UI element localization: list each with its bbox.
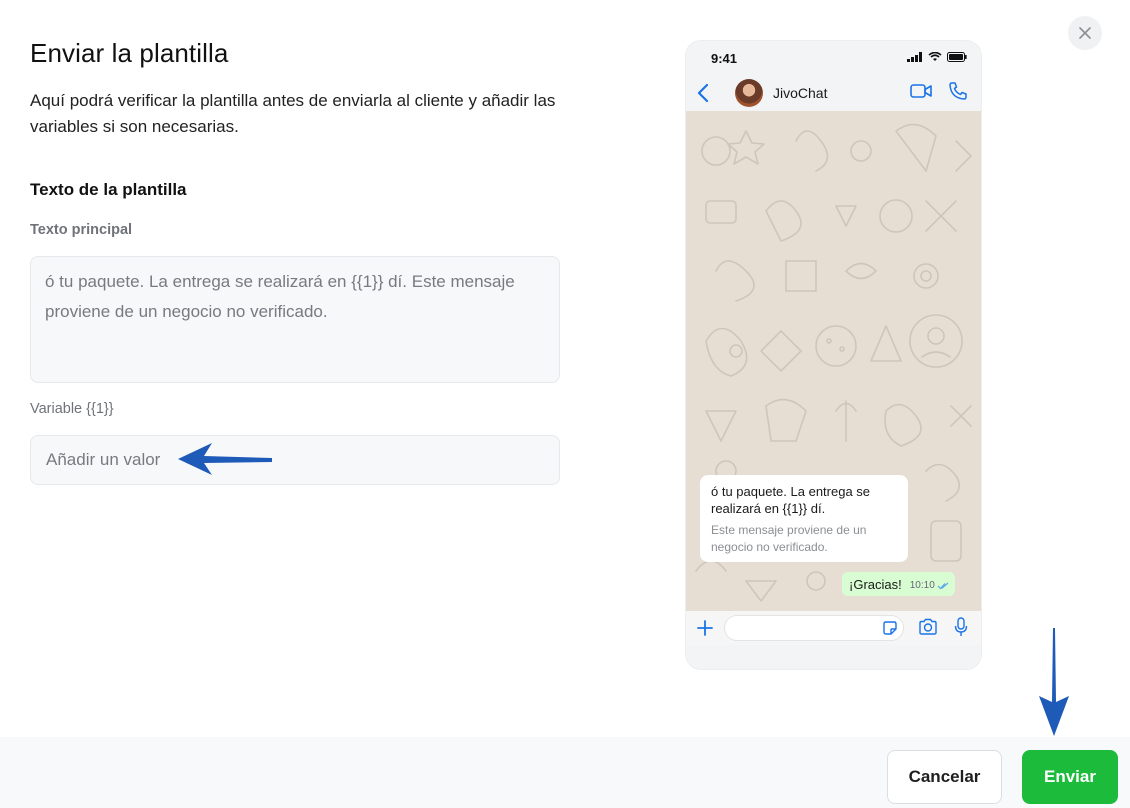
outgoing-message-text: ¡Gracias! (849, 576, 902, 592)
dialog-title: Enviar la plantilla (30, 38, 229, 68)
main-text-field[interactable]: ó tu paquete. La entrega se realizará en… (30, 256, 560, 383)
video-call-icon[interactable] (910, 83, 932, 99)
variable-label: Variable {{1}} (30, 401, 114, 417)
status-icons (907, 52, 967, 62)
status-time: 9:41 (711, 51, 738, 66)
outgoing-message-time: 10:10 (909, 580, 935, 591)
chat-header: JivoChat (686, 75, 981, 111)
avatar (735, 79, 763, 107)
sticker-icon[interactable] (882, 620, 898, 636)
outgoing-message-bubble: ¡Gracias! 10:10 (842, 572, 955, 596)
send-button[interactable]: Enviar (1022, 750, 1118, 804)
signal-icon (907, 52, 922, 62)
cancel-button[interactable]: Cancelar (887, 750, 1002, 804)
section-title: Texto de la plantilla (30, 180, 187, 199)
phone-status-bar: 9:41 (686, 41, 981, 75)
chat-area: ó tu paquete. La entrega se realizará en… (686, 111, 981, 611)
double-check-icon (937, 582, 949, 589)
incoming-message-bubble: ó tu paquete. La entrega se realizará en… (700, 475, 908, 562)
battery-icon (947, 52, 967, 62)
variable-field-wrapper (30, 435, 560, 485)
phone-call-icon[interactable] (948, 81, 968, 101)
message-input[interactable] (724, 615, 904, 641)
microphone-icon[interactable] (954, 617, 968, 637)
contact-name: JivoChat (773, 85, 828, 101)
main-text-label: Texto principal (30, 222, 133, 238)
close-icon (1079, 27, 1091, 39)
wifi-icon (928, 52, 942, 61)
camera-icon[interactable] (918, 618, 938, 636)
close-button[interactable] (1068, 16, 1102, 50)
annotation-arrow-down-icon (1039, 628, 1069, 736)
annotation-arrow-left-icon (178, 443, 272, 475)
chevron-left-icon[interactable] (692, 81, 716, 105)
plus-icon[interactable] (696, 619, 714, 637)
phone-preview: 9:41 JivoChat ó tu paquete. La entrega s… (685, 40, 982, 670)
dialog-description: Aquí podrá verificar la plantilla antes … (30, 91, 556, 136)
incoming-message-text: ó tu paquete. La entrega se realizará en… (711, 484, 871, 516)
incoming-message-footer: Este mensaje proviene de un negocio no v… (711, 523, 867, 554)
variable-input[interactable] (46, 450, 544, 470)
outgoing-message-meta: 10:10 (910, 580, 949, 591)
chat-input-bar (686, 611, 981, 645)
